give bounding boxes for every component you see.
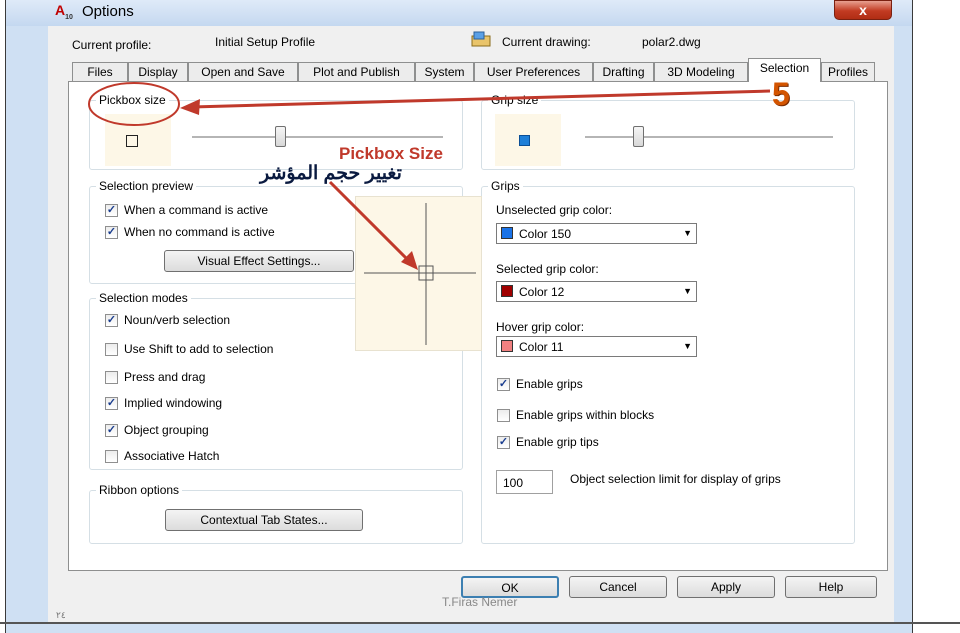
annotation-overlay: [88, 82, 771, 270]
tab-selection[interactable]: Selection: [748, 58, 821, 82]
arabic-caption: تغيير حجم المؤشر: [260, 163, 402, 184]
pickbox-size-annotation: Pickbox Size: [339, 144, 443, 163]
